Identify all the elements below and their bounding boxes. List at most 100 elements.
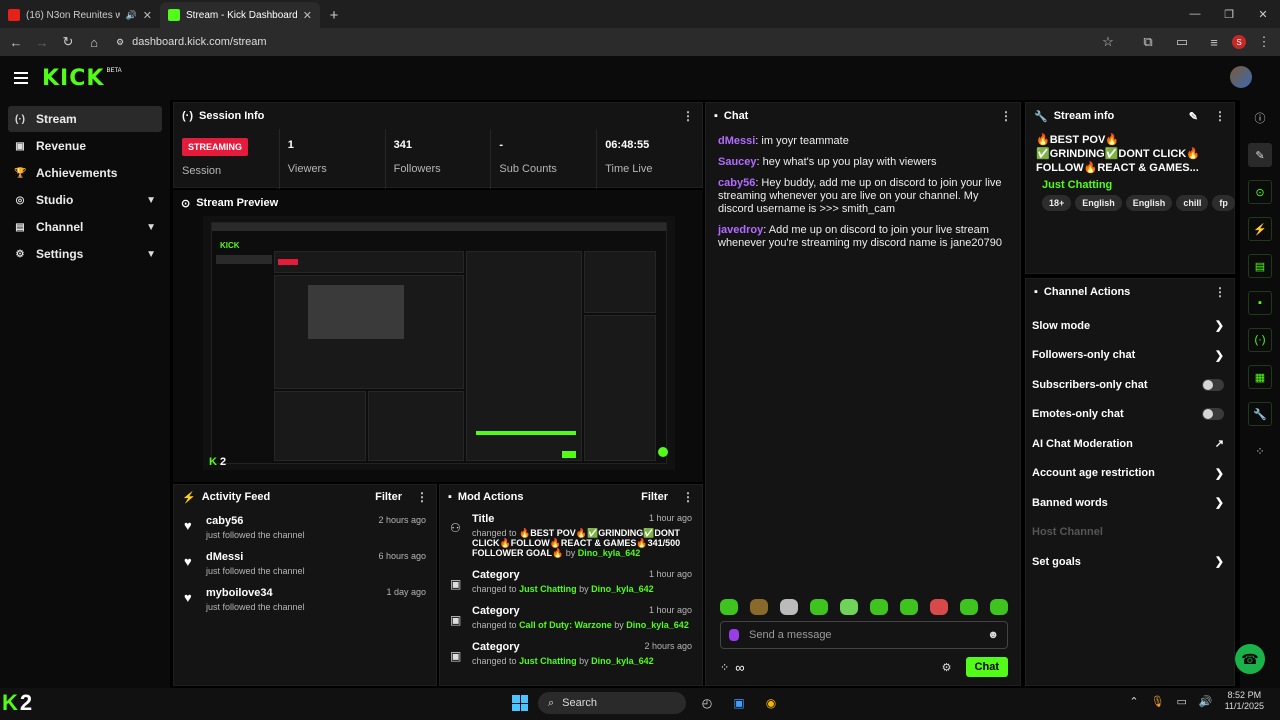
action-set-goals[interactable]: Set goals ❯ [1026, 547, 1234, 577]
chat-send-button[interactable]: Chat [965, 657, 1008, 677]
info-icon[interactable]: ⓘ [1248, 106, 1272, 130]
more-options-icon[interactable]: ⋮ [1214, 285, 1226, 299]
more-options-icon[interactable]: ⋮ [682, 490, 694, 504]
filter-button[interactable]: Filter [375, 491, 402, 503]
mic-tray-icon[interactable]: 🎙 [1151, 695, 1165, 708]
feed-user[interactable]: caby56 [206, 515, 370, 527]
mute-icon[interactable]: 🔊 [126, 10, 137, 21]
detail-user[interactable]: Dino_kyla_642 [591, 656, 654, 666]
hamburger-menu-icon[interactable] [14, 72, 28, 84]
close-tab-icon[interactable]: ✕ [143, 9, 152, 22]
chat-bubble-icon[interactable]: ▪ [1248, 291, 1272, 315]
detail-value[interactable]: Just Chatting [519, 656, 577, 666]
volume-icon[interactable]: 🔊 [1199, 695, 1213, 708]
support-chat-icon[interactable]: ☎ [1235, 644, 1265, 674]
emote-icon[interactable] [900, 599, 918, 615]
new-tab-button[interactable]: + [320, 2, 348, 28]
tag[interactable]: fp [1212, 195, 1235, 211]
kick-taskbar-widget[interactable]: K2 [2, 690, 32, 716]
more-options-icon[interactable]: ⋮ [1214, 109, 1226, 123]
cast-icon[interactable]: ▭ [1174, 34, 1190, 50]
browser-tab-kick[interactable]: Stream - Kick Dashboard ✕ [160, 2, 320, 28]
microphone-icon[interactable] [729, 629, 739, 641]
more-options-icon[interactable]: ⋮ [682, 109, 694, 123]
broadcast-icon[interactable]: (·) [1248, 328, 1272, 352]
close-window-icon[interactable]: ✕ [1246, 0, 1280, 28]
feed-user[interactable]: myboilove34 [206, 587, 378, 599]
detail-value[interactable]: Just Chatting [519, 584, 577, 594]
emote-icon[interactable] [720, 599, 738, 615]
forward-icon[interactable]: → [34, 35, 50, 50]
chat-username[interactable]: dMessi [718, 135, 755, 147]
bookmark-star-icon[interactable]: ☆ [1100, 34, 1116, 50]
close-tab-icon[interactable]: ✕ [303, 9, 312, 22]
extensions-icon[interactable]: ⧉ [1140, 34, 1156, 50]
wrench-icon[interactable]: 🔧 [1248, 402, 1272, 426]
tag[interactable]: English [1125, 195, 1173, 211]
more-options-icon[interactable]: ⋮ [416, 490, 428, 504]
detail-value[interactable]: Call of Duty: Warzone [519, 620, 612, 630]
tag[interactable]: English [1075, 195, 1122, 211]
emote-icon[interactable] [930, 599, 948, 615]
reading-list-icon[interactable]: ≡ [1206, 35, 1222, 50]
lightning-icon[interactable]: ⚡ [1248, 217, 1272, 241]
action-banned-words[interactable]: Banned words ❯ [1026, 488, 1234, 518]
url-field[interactable]: ⚙ dashboard.kick.com/stream [116, 32, 267, 52]
filter-button[interactable]: Filter [641, 491, 668, 503]
taskbar-search[interactable]: ⌕ Search [538, 692, 686, 714]
detail-user[interactable]: Dino_kyla_642 [626, 620, 689, 630]
clock[interactable]: 8:52 PM 11/1/2025 [1225, 690, 1264, 712]
reload-icon[interactable]: ↻ [60, 34, 76, 50]
edit-icon[interactable]: ✎ [1248, 143, 1272, 167]
notes-icon[interactable]: ▤ [1248, 254, 1272, 278]
edit-pencil-icon[interactable]: ✎ [1189, 110, 1198, 123]
feed-user[interactable]: dMessi [206, 551, 370, 563]
network-icon[interactable]: ▭ [1177, 695, 1187, 708]
sidebar-item-channel[interactable]: ▤ Channel ▼ [8, 214, 162, 240]
infinity-icon[interactable]: ∞ [735, 660, 744, 675]
browser-menu-icon[interactable]: ⋮ [1256, 34, 1272, 50]
emote-icon[interactable] [780, 599, 798, 615]
profile-avatar[interactable]: S [1232, 35, 1246, 49]
sidebar-item-studio[interactable]: ◎ Studio ▼ [8, 187, 162, 213]
kick-logo[interactable]: KICK [42, 66, 104, 91]
sidebar-item-achievements[interactable]: 🏆 Achievements [8, 160, 162, 186]
recorder-icon[interactable]: ◴ [696, 692, 718, 714]
pinned-icon[interactable]: ⁘ [720, 661, 729, 674]
back-icon[interactable]: ← [8, 35, 24, 50]
action-followers-only[interactable]: Followers-only chat ❯ [1026, 341, 1234, 371]
action-slow-mode[interactable]: Slow mode ❯ [1026, 311, 1234, 341]
emote-icon[interactable] [990, 599, 1008, 615]
browser-tab-youtube[interactable]: (16) N3on Reunites with Su 🔊 ✕ [0, 2, 160, 28]
subscribers-only-toggle[interactable] [1202, 378, 1224, 391]
sidebar-item-revenue[interactable]: ▣ Revenue [8, 133, 162, 159]
chat-settings-icon[interactable]: ⚙ [942, 661, 952, 674]
action-ai-moderation[interactable]: AI Chat Moderation ↗ [1026, 429, 1234, 459]
layout-icon[interactable]: ▦ [1248, 365, 1272, 389]
tray-overflow-icon[interactable]: ⌃ [1129, 695, 1138, 708]
emote-icon[interactable] [810, 599, 828, 615]
more-widgets-icon[interactable]: ⁘ [1248, 439, 1272, 463]
emote-icon[interactable] [840, 599, 858, 615]
more-options-icon[interactable]: ⋮ [1000, 109, 1012, 123]
chrome-icon[interactable]: ◉ [760, 692, 782, 714]
detail-user[interactable]: Dino_kyla_642 [591, 584, 654, 594]
action-account-age[interactable]: Account age restriction ❯ [1026, 459, 1234, 489]
detail-user[interactable]: Dino_kyla_642 [578, 548, 641, 558]
home-icon[interactable]: ⌂ [86, 35, 102, 50]
chat-username[interactable]: caby56 [718, 177, 755, 189]
emote-icon[interactable] [960, 599, 978, 615]
chat-input[interactable]: Send a message ☻ [720, 621, 1008, 649]
preview-icon[interactable]: ⊙ [1248, 180, 1272, 204]
category-name[interactable]: Just Chatting [1042, 179, 1235, 191]
windows-start-icon[interactable] [512, 695, 528, 711]
emote-icon[interactable] [870, 599, 888, 615]
emotes-only-toggle[interactable] [1202, 408, 1224, 421]
app-icon[interactable]: ▣ [728, 692, 750, 714]
tag[interactable]: 18+ [1042, 195, 1072, 211]
minimize-icon[interactable]: — [1178, 0, 1212, 28]
site-info-icon[interactable]: ⚙ [116, 37, 124, 48]
chat-username[interactable]: Saucey [718, 156, 757, 168]
emoji-picker-icon[interactable]: ☻ [987, 629, 999, 641]
tag[interactable]: chill [1176, 195, 1209, 211]
